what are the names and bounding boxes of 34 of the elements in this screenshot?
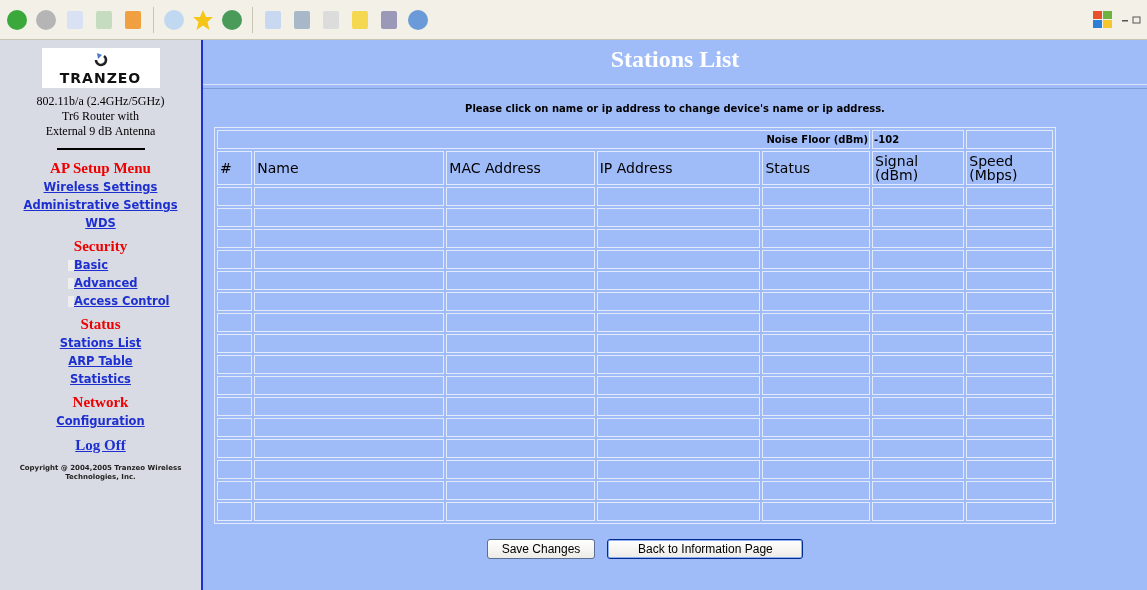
noise-floor-value: -102 xyxy=(874,134,900,145)
column-header: # xyxy=(217,151,253,185)
back-button[interactable]: Back to Information Page xyxy=(607,539,804,559)
save-button[interactable]: Save Changes xyxy=(486,539,596,559)
menu-link[interactable]: ARP Table xyxy=(68,352,133,370)
menu-link[interactable]: Wireless Settings xyxy=(43,178,158,196)
device-description: 802.11b/a (2.4GHz/5GHz) xyxy=(36,94,165,109)
device-description: Tr6 Router with xyxy=(61,109,140,124)
menu-link[interactable]: Statistics xyxy=(70,370,131,388)
device-description: External 9 dB Antenna xyxy=(44,124,157,139)
menu-heading: Status xyxy=(80,316,121,333)
page-title: Stations List xyxy=(610,46,740,74)
menu-heading: Network xyxy=(72,394,129,411)
column-header: Status xyxy=(762,151,871,185)
windows-logo-icon xyxy=(1092,9,1114,30)
menu-heading: AP Setup Menu xyxy=(50,160,151,177)
menu-link[interactable]: Configuration xyxy=(56,412,145,430)
menu-heading: Security xyxy=(73,238,128,255)
menu-link[interactable]: Access Control xyxy=(74,292,170,310)
column-header: MAC Address xyxy=(446,151,595,185)
menu-link[interactable]: Basic xyxy=(74,256,109,274)
noise-floor-label: Noise Floor (dBm) xyxy=(766,134,869,145)
log-off-link[interactable]: Log Off xyxy=(75,436,126,454)
instruction-text: Please click on name or ip address to change device's name or ip address. xyxy=(465,103,885,114)
column-header: Speed (Mbps) xyxy=(966,151,1053,185)
menu-link[interactable]: WDS xyxy=(85,214,116,232)
menu-link[interactable]: Stations List xyxy=(59,334,142,352)
menu-link[interactable]: Advanced xyxy=(74,274,138,292)
column-header: Name xyxy=(254,151,445,185)
star-icon[interactable] xyxy=(192,8,214,31)
column-header: Signal (dBm) xyxy=(872,151,965,185)
menu-link[interactable]: Administrative Settings xyxy=(23,196,178,214)
logo-text: TRANZEO xyxy=(59,70,142,86)
column-header: IP Address xyxy=(596,151,761,185)
